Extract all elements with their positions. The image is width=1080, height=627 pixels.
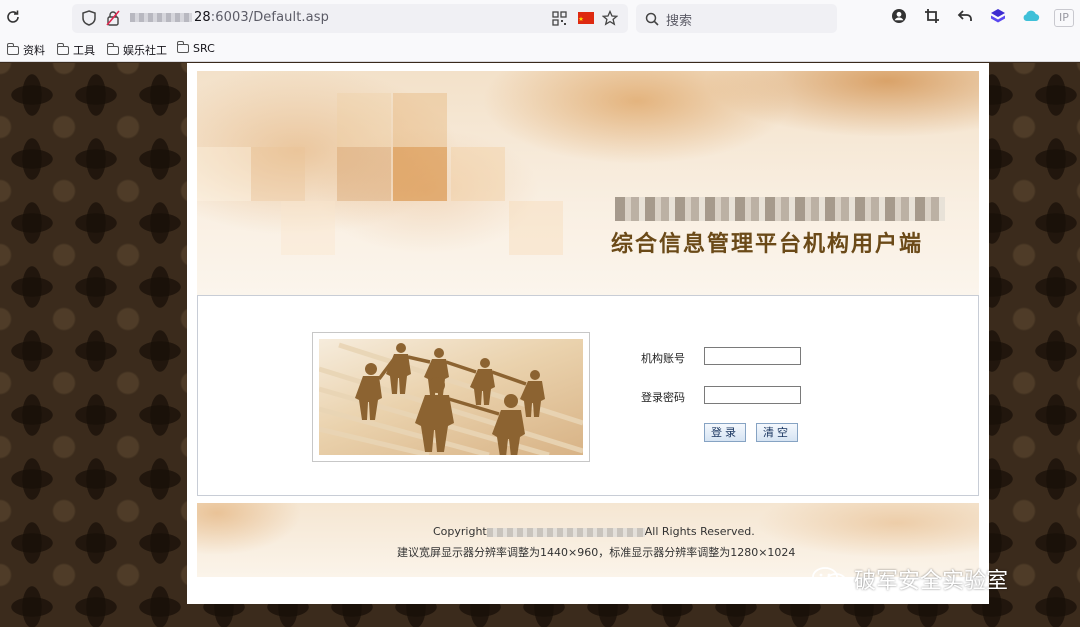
folder-icon [57, 43, 69, 55]
banner-tile [451, 147, 505, 201]
url-text[interactable]: 28:6003/Default.asp [130, 10, 329, 25]
redacted-organization-name [615, 197, 945, 221]
shield-icon[interactable] [82, 10, 96, 30]
insecure-lock-icon[interactable] [106, 10, 120, 30]
copyright-text: Copyright All Rights Reserved. [433, 525, 755, 538]
bookmark-star-icon[interactable] [601, 9, 619, 30]
system-title: 综合信息管理平台机构用户端 [611, 232, 924, 257]
folder-icon [107, 43, 119, 55]
extension-cube-icon[interactable] [987, 8, 1009, 30]
banner-tile [251, 147, 305, 201]
crop-icon[interactable] [921, 8, 943, 30]
banner-tile [281, 201, 335, 255]
login-box: 机构账号 登录密码 登录 清空 [197, 295, 979, 496]
folder-icon [177, 41, 189, 53]
search-bar[interactable]: 搜索 [636, 4, 837, 33]
account-label: 机构账号 [641, 352, 685, 365]
search-placeholder: 搜索 [666, 14, 693, 29]
banner-tile [393, 147, 447, 201]
search-icon [645, 11, 659, 30]
ip-extension-icon[interactable]: IP [1054, 9, 1074, 27]
back-arrow-icon[interactable] [954, 8, 976, 30]
account-icon[interactable] [888, 8, 910, 30]
banner-tile [509, 201, 563, 255]
banner-tile [393, 93, 447, 147]
wechat-watermark: 破军安全实验室 [810, 563, 1008, 595]
password-input[interactable] [704, 386, 801, 404]
header-banner: 综合信息管理平台机构用户端 [197, 71, 979, 295]
banner-tile [337, 147, 391, 201]
wechat-icon [810, 565, 850, 593]
password-label: 登录密码 [641, 391, 685, 404]
banner-tile [197, 147, 251, 201]
redacted-copyright-owner [486, 527, 645, 537]
reload-icon[interactable] [2, 8, 24, 30]
bookmarks-bar: 资料 工具 娱乐社工 SRC [0, 38, 1080, 62]
china-flag-icon[interactable] [578, 12, 594, 24]
teamwork-illustration [312, 332, 590, 462]
bookmark-folder-ziliao[interactable]: 资料 [7, 42, 45, 58]
account-input[interactable] [704, 347, 801, 365]
people-holding-hands-image [319, 342, 583, 455]
folder-icon [7, 43, 19, 55]
clear-button[interactable]: 清空 [756, 423, 798, 442]
address-bar[interactable]: 28:6003/Default.asp [72, 4, 628, 33]
browser-toolbar: 28:6003/Default.asp 搜索 IP [0, 0, 1080, 38]
qr-code-icon[interactable] [552, 11, 567, 30]
redacted-host [130, 13, 192, 22]
bookmark-folder-yule[interactable]: 娱乐社工 [107, 42, 167, 58]
bookmark-folder-src[interactable]: SRC [177, 41, 215, 55]
login-page-panel: 综合信息管理平台机构用户端 机构账号 登录密码 登录 清空 Copyright … [187, 63, 989, 604]
bookmark-folder-gongju[interactable]: 工具 [57, 42, 95, 58]
banner-tile [337, 93, 391, 147]
login-button[interactable]: 登录 [704, 423, 746, 442]
resolution-note: 建议宽屏显示器分辨率调整为1440×960，标准显示器分辨率调整为1280×10… [397, 546, 796, 559]
cloud-icon[interactable] [1020, 8, 1042, 30]
